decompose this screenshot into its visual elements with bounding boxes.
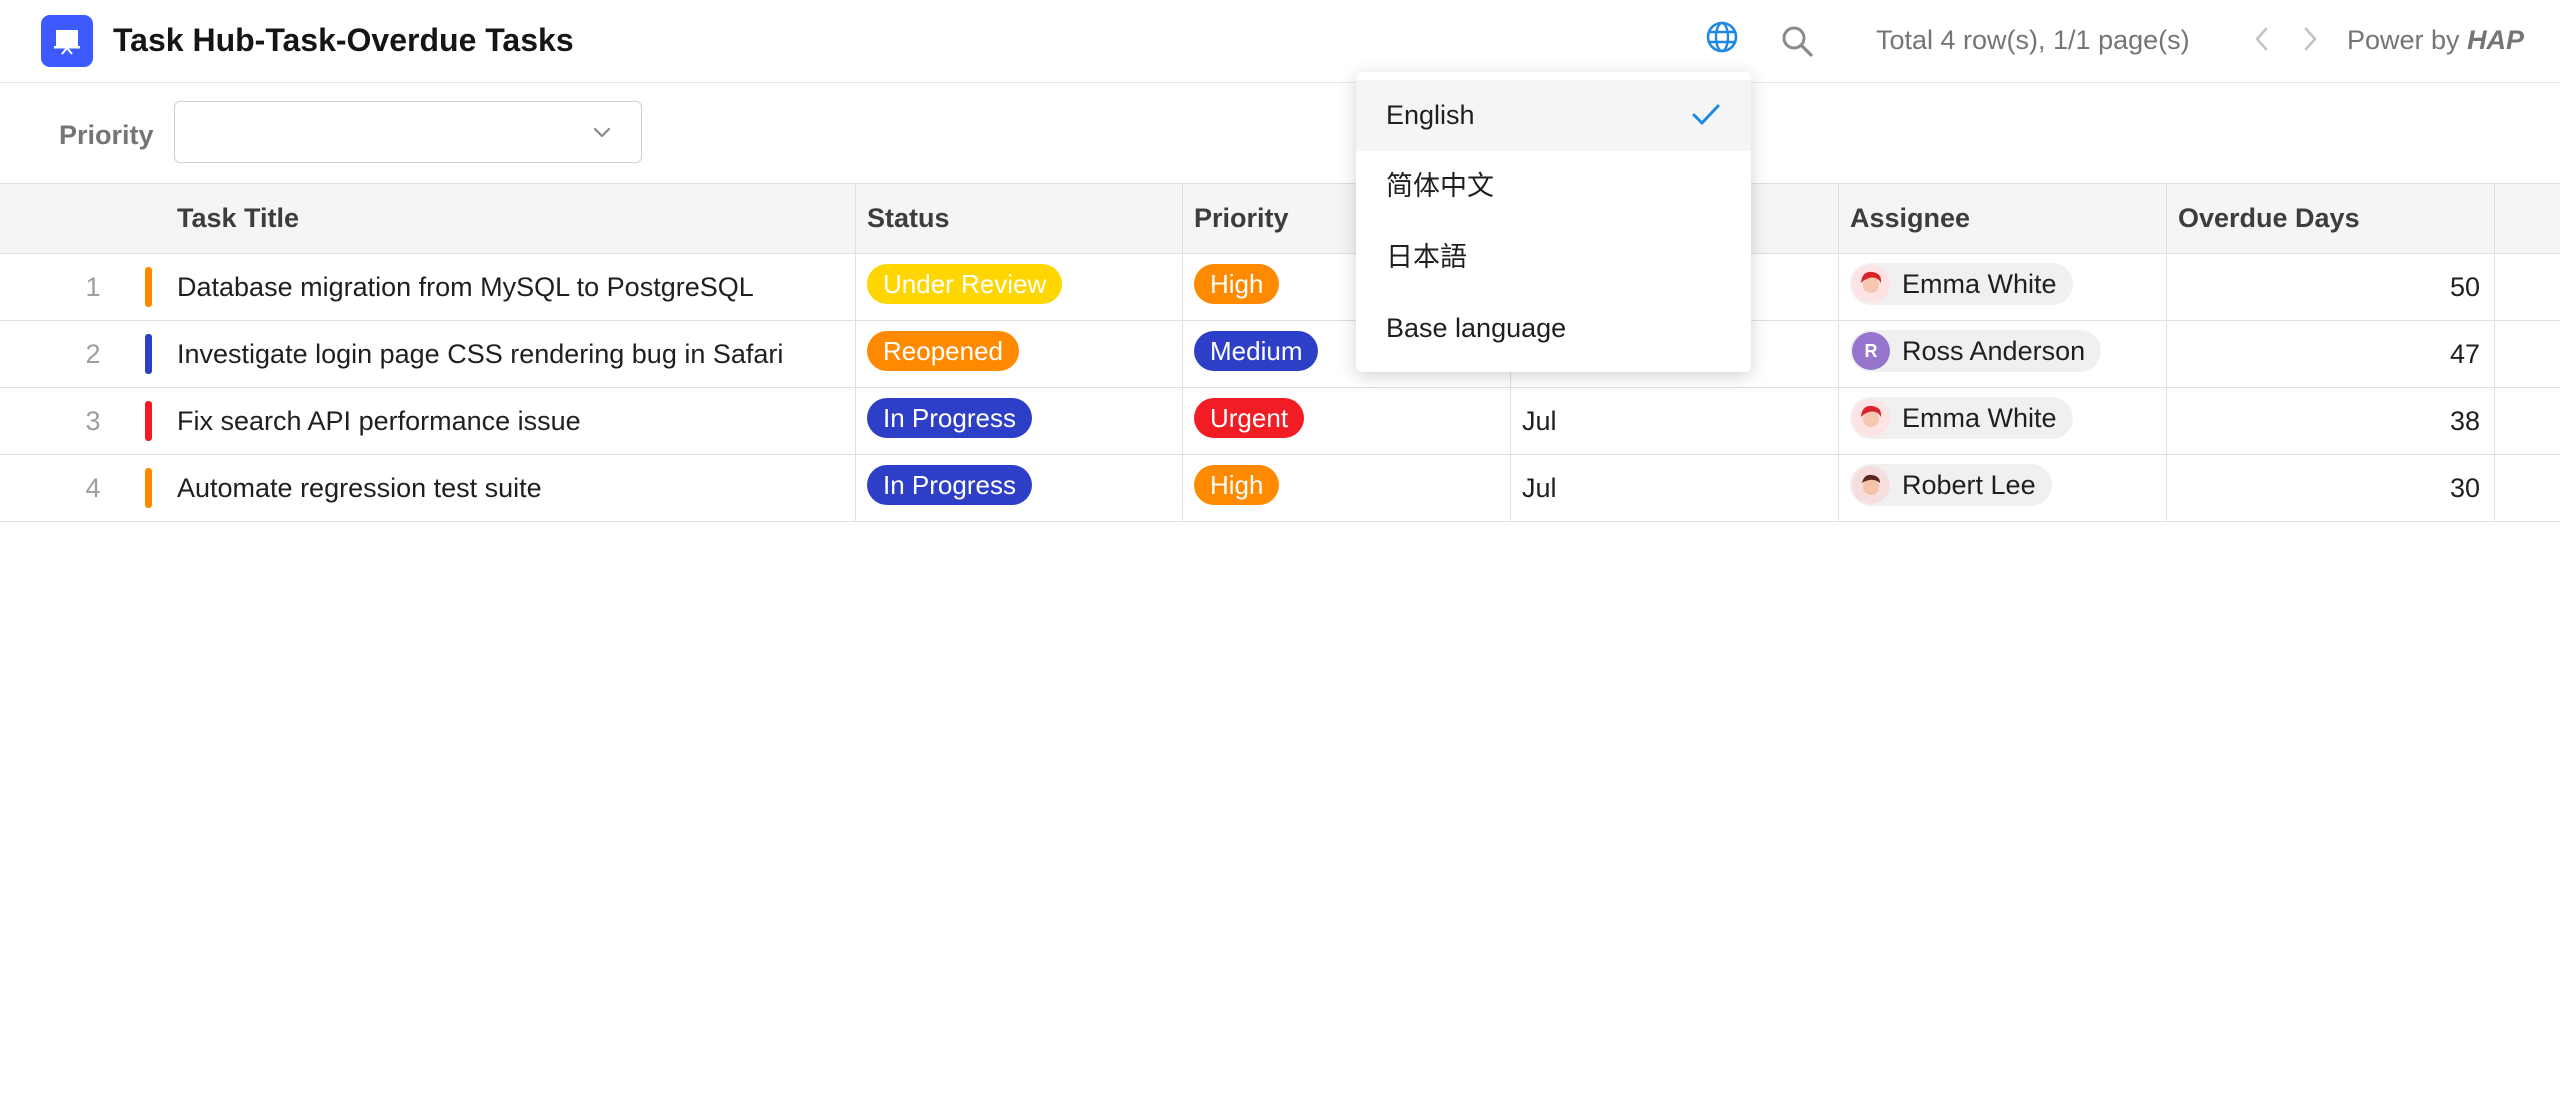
status-cell[interactable]: In Progress — [856, 455, 1183, 521]
language-option-english[interactable]: English — [1356, 80, 1751, 151]
task-title-cell[interactable]: Automate regression test suite — [166, 455, 856, 521]
priority-badge: High — [1194, 465, 1280, 505]
status-cell[interactable]: In Progress — [856, 388, 1183, 454]
priority-cell[interactable]: High — [1183, 455, 1511, 521]
app-logo-icon — [41, 15, 93, 67]
index-header — [0, 184, 139, 253]
column-header-assignee[interactable]: Assignee — [1839, 184, 2167, 253]
top-header: Task Hub-Task-Overdue Tasks Total 4 row(… — [0, 0, 2560, 83]
assignee-name: Emma White — [1902, 402, 2057, 433]
table-row[interactable]: 1 Database migration from MySQL to Postgr… — [0, 254, 2560, 321]
powered-by-label: Power by HAP — [2347, 20, 2524, 60]
table-row[interactable]: 3 Fix search API performance issue In Prog… — [0, 388, 2560, 455]
priority-badge: Medium — [1194, 331, 1319, 371]
assignee-chip[interactable]: Emma White — [1850, 397, 2073, 439]
chevron-left-icon[interactable] — [2250, 24, 2274, 54]
assignee-name: Emma White — [1902, 268, 2057, 299]
table-row[interactable]: 4 Automate regression test suite In Progre… — [0, 455, 2560, 522]
priority-stripe — [145, 267, 152, 307]
row-index: 3 — [85, 405, 101, 436]
chevron-down-icon — [593, 127, 611, 138]
task-title-cell[interactable]: Fix search API performance issue — [166, 388, 856, 454]
column-header-status[interactable]: Status — [856, 184, 1183, 253]
row-index: 1 — [85, 271, 101, 302]
date-cell[interactable]: Jul — [1511, 388, 1839, 454]
priority-badge: Urgent — [1194, 398, 1305, 438]
priority-stripe — [145, 334, 152, 374]
chevron-right-icon[interactable] — [2298, 24, 2322, 54]
avatar — [1852, 466, 1890, 504]
filter-bar: Priority — [0, 83, 2560, 184]
assignee-chip[interactable]: Robert Lee — [1850, 464, 2052, 506]
status-badge: Reopened — [867, 331, 1019, 371]
assignee-cell[interactable]: Emma White — [1839, 388, 2167, 454]
status-badge: In Progress — [867, 398, 1032, 438]
avatar-initial: R — [1864, 340, 1878, 361]
table-row[interactable]: 2 Investigate login page CSS rendering bu… — [0, 321, 2560, 388]
check-icon — [1692, 104, 1720, 125]
powered-brand: HAP — [2467, 25, 2525, 55]
priority-filter-label: Priority — [59, 120, 154, 150]
assignee-name: Robert Lee — [1902, 469, 2036, 500]
priority-badge: High — [1194, 264, 1280, 304]
avatar: R — [1852, 332, 1890, 370]
assignee-cell[interactable]: R Ross Anderson — [1839, 321, 2167, 387]
language-option-japanese[interactable]: 日本語 — [1356, 222, 1751, 293]
overdue-days-cell[interactable]: 47 — [2167, 321, 2495, 387]
search-icon[interactable] — [1780, 24, 1814, 58]
priority-cell[interactable]: Urgent — [1183, 388, 1511, 454]
status-cell[interactable]: Reopened — [856, 321, 1183, 387]
language-option-label: 日本語 — [1386, 242, 1467, 272]
status-cell[interactable]: Under Review — [856, 254, 1183, 320]
assignee-chip[interactable]: Emma White — [1850, 263, 2073, 305]
date-cell[interactable]: Jul — [1511, 455, 1839, 521]
assignee-chip[interactable]: R Ross Anderson — [1850, 330, 2102, 372]
priority-stripe — [145, 401, 152, 441]
language-option-base-language[interactable]: Base language — [1356, 293, 1751, 364]
overdue-days-cell[interactable]: 50 — [2167, 254, 2495, 320]
powered-prefix: Power by — [2347, 25, 2468, 55]
assignee-name: Ross Anderson — [1902, 335, 2086, 366]
globe-icon[interactable] — [1705, 20, 1739, 54]
column-header-overdue-days[interactable]: Overdue Days — [2167, 184, 2495, 253]
page-title: Task Hub-Task-Overdue Tasks — [113, 22, 574, 58]
row-index: 2 — [85, 338, 101, 369]
assignee-cell[interactable]: Robert Lee — [1839, 455, 2167, 521]
language-menu: English 简体中文 日本語 Base language — [1356, 72, 1751, 372]
task-title-cell[interactable]: Investigate login page CSS rendering bug… — [166, 321, 856, 387]
assignee-cell[interactable]: Emma White — [1839, 254, 2167, 320]
task-title-cell[interactable]: Database migration from MySQL to Postgre… — [166, 254, 856, 320]
overdue-days-cell[interactable]: 30 — [2167, 455, 2495, 521]
language-option-label: Base language — [1386, 313, 1567, 343]
pagination-summary: Total 4 row(s), 1/1 page(s) — [1876, 25, 2190, 55]
language-option-label: English — [1386, 100, 1475, 130]
column-header-task-title[interactable]: Task Title — [166, 184, 856, 253]
status-badge: In Progress — [867, 465, 1032, 505]
row-index: 4 — [85, 472, 101, 503]
overdue-days-cell[interactable]: 38 — [2167, 388, 2495, 454]
table-header-row: Task Title Status Priority Assignee Over… — [0, 184, 2560, 254]
priority-filter-select[interactable] — [174, 101, 642, 163]
language-option-label: 简体中文 — [1386, 171, 1494, 201]
avatar — [1852, 265, 1890, 303]
language-option-simplified-chinese[interactable]: 简体中文 — [1356, 151, 1751, 222]
task-table: Task Title Status Priority Assignee Over… — [0, 184, 2560, 522]
avatar — [1852, 399, 1890, 437]
priority-stripe — [145, 468, 152, 508]
status-badge: Under Review — [867, 264, 1063, 304]
